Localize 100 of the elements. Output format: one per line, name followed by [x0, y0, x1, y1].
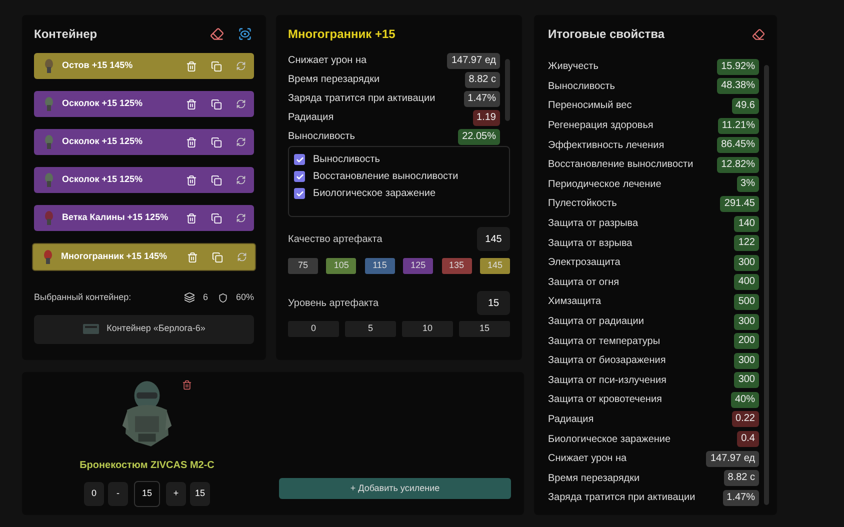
artifact-name: Осколок +15 125% — [62, 97, 144, 110]
artifact-slot[interactable]: Остов +15 145% — [34, 53, 254, 79]
stat-label: Время перезарядки — [548, 472, 640, 486]
increment-button[interactable]: + — [166, 482, 186, 506]
eye-icon[interactable] — [238, 27, 252, 41]
stat-label: Биологическое заражение — [548, 432, 671, 447]
quality-option[interactable]: 75 — [288, 258, 318, 274]
copy-icon[interactable] — [212, 252, 223, 262]
stat-value: 48.38% — [717, 78, 759, 94]
artifact-name: Осколок +15 125% — [62, 135, 144, 148]
stat-value: 300 — [734, 352, 759, 369]
stat-label: Снижает урон на — [548, 452, 627, 466]
stat-label: Восстановление выносливости — [548, 158, 694, 172]
quality-option[interactable]: 135 — [442, 258, 472, 274]
artifact-name: Ветка Калины +15 125% — [62, 211, 170, 224]
stat-value: 3% — [736, 176, 759, 192]
refresh-icon[interactable] — [236, 213, 246, 223]
container-icon — [82, 323, 99, 335]
option-label: Восстановление выносливости — [313, 170, 458, 184]
artifact-slot[interactable]: Многогранник +15 145% — [32, 243, 256, 271]
refresh-icon[interactable] — [236, 99, 246, 109]
max-level: 15 — [190, 482, 210, 506]
artifact-name: Осколок +15 125% — [62, 173, 144, 186]
quality-option[interactable]: 105 — [326, 258, 356, 274]
stat-label: Защита от разрыва — [548, 217, 638, 232]
eraser-icon[interactable] — [752, 28, 765, 40]
stat-label: Регенерация здоровья — [548, 119, 654, 134]
copy-icon[interactable] — [211, 98, 222, 110]
add-boost-button[interactable]: + Добавить усиление — [279, 478, 511, 499]
artifact-slot[interactable]: Ветка Калины +15 125% — [34, 205, 254, 231]
stat-value: 300 — [734, 254, 759, 271]
copy-icon[interactable] — [211, 60, 222, 72]
stat-label: Заряда тратится при активации — [548, 491, 696, 506]
stat-value: 40% — [730, 392, 759, 408]
trash-icon[interactable] — [182, 380, 192, 390]
container-button[interactable]: Контейнер «Берлога-6» — [34, 314, 254, 344]
trash-icon[interactable] — [187, 252, 198, 262]
stat-label: Эффективность лечения — [548, 138, 664, 153]
stat-value: 300 — [734, 314, 759, 330]
copy-icon[interactable] — [211, 212, 222, 224]
stat-label: Защита от температуры — [548, 334, 660, 349]
quality-option[interactable]: 125 — [403, 258, 434, 274]
panel-title: Итоговые свойства — [548, 26, 665, 43]
option-label: Выносливость — [313, 153, 380, 167]
level-field[interactable]: 15 — [134, 481, 160, 507]
selected-container-label: Выбранный контейнер: — [34, 291, 132, 304]
artifact-title: Многогранник +15 — [288, 26, 396, 43]
stat-label: Защита от радиации — [548, 315, 644, 330]
protection-value: 60% — [236, 291, 254, 304]
checkbox[interactable] — [294, 188, 305, 199]
copy-icon[interactable] — [211, 174, 222, 186]
artifact-icon — [42, 210, 56, 226]
panel-title: Контейнер — [34, 26, 98, 43]
trash-icon[interactable] — [186, 60, 197, 72]
stat-value: 8.82 с — [464, 72, 500, 88]
option-label: Биологическое заражение — [313, 187, 436, 201]
artifact-icon — [42, 96, 56, 112]
refresh-icon[interactable] — [236, 175, 246, 185]
eraser-icon[interactable] — [210, 27, 224, 41]
stat-label: Периодическое лечение — [548, 178, 662, 192]
stat-label: Защита от огня — [548, 276, 620, 290]
stat-value: 1.19 — [472, 110, 500, 126]
stat-value: 49.6 — [732, 98, 759, 114]
trash-icon[interactable] — [186, 136, 197, 148]
stat-label: Заряда тратится при активации — [288, 92, 436, 106]
checkbox[interactable] — [294, 154, 305, 165]
stat-value: 147.97 ед — [706, 450, 759, 467]
stat-value: 86.45% — [717, 137, 759, 154]
trash-icon[interactable] — [186, 98, 197, 110]
stat-label: Защита от биозаражения — [548, 354, 666, 368]
trash-icon[interactable] — [186, 212, 197, 224]
artifact-slot[interactable]: Осколок +15 125% — [34, 129, 254, 155]
level-option[interactable]: 5 — [345, 321, 396, 337]
artifact-slot[interactable]: Осколок +15 125% — [34, 91, 254, 117]
slot-count: 6 — [202, 291, 208, 304]
level-option[interactable]: 0 — [288, 321, 339, 337]
stat-value: 22.05% — [458, 128, 500, 144]
stat-value: 400 — [734, 274, 759, 290]
stat-value: 300 — [734, 372, 759, 388]
artifact-icon — [42, 134, 56, 150]
stat-value: 140 — [734, 216, 759, 232]
level-option[interactable]: 15 — [459, 321, 510, 337]
container-name: Контейнер «Берлога-6» — [106, 322, 206, 336]
checkbox[interactable] — [294, 171, 305, 182]
artifact-name: Многогранник +15 145% — [61, 250, 168, 264]
trash-icon[interactable] — [186, 174, 197, 186]
stat-label: Пулестойкость — [548, 197, 617, 212]
copy-icon[interactable] — [211, 136, 222, 148]
quality-option[interactable]: 115 — [364, 258, 395, 274]
stat-value: 1.47% — [722, 490, 759, 506]
stat-value: 12.82% — [717, 156, 759, 173]
stat-label: Переносимый вес — [548, 99, 632, 114]
decrement-button[interactable]: - — [108, 482, 128, 506]
level-option[interactable]: 10 — [402, 321, 453, 337]
refresh-icon[interactable] — [236, 137, 246, 147]
quality-label: Качество артефакта — [288, 232, 382, 246]
stat-label: Радиация — [548, 412, 594, 427]
stat-value: 122 — [734, 235, 759, 252]
level-label: Уровень артефакта — [288, 296, 379, 310]
artifact-slot[interactable]: Осколок +15 125% — [34, 167, 254, 193]
